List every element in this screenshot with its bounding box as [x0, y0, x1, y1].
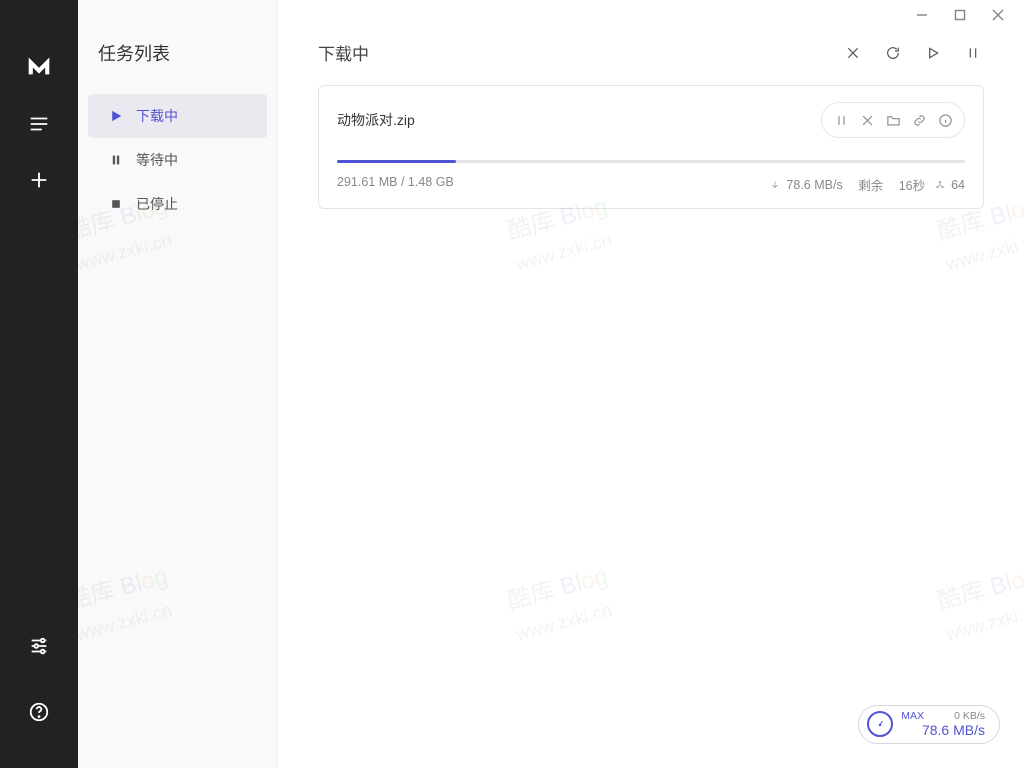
toolbar-close-icon[interactable]	[842, 42, 864, 64]
sidebar-item-waiting[interactable]: 等待中	[88, 138, 267, 182]
task-delete-button[interactable]	[854, 107, 880, 133]
sidebar-item-downloading[interactable]: 下载中	[88, 94, 267, 138]
play-icon	[108, 108, 124, 124]
window-titlebar	[278, 0, 1024, 30]
speedometer-icon	[867, 711, 893, 737]
task-actions	[821, 102, 965, 138]
speed-max-label: MAX	[901, 710, 924, 723]
help-icon[interactable]	[0, 684, 78, 740]
pause-icon	[108, 152, 124, 168]
close-button[interactable]	[990, 7, 1006, 23]
speed-badge[interactable]: MAX 0 KB/s 78.6 MB/s	[858, 705, 1000, 744]
stop-icon	[108, 196, 124, 212]
settings-icon[interactable]	[0, 618, 78, 674]
task-stats: 78.6 MB/s 剩余 16秒 64	[770, 175, 965, 194]
task-card[interactable]: 动物派对.zip 291.61 MB / 1.48 GB 78.	[318, 85, 984, 209]
toolbar-resume-icon[interactable]	[922, 42, 944, 64]
sidebar-title: 任务列表	[78, 40, 277, 94]
sidebar-item-stopped[interactable]: 已停止	[88, 182, 267, 226]
speed-upload: 0 KB/s	[954, 710, 985, 723]
progress-fill	[337, 160, 456, 163]
task-list: 动物派对.zip 291.61 MB / 1.48 GB 78.	[278, 85, 1024, 209]
speed-info: MAX 0 KB/s 78.6 MB/s	[901, 710, 985, 739]
main-header: 下载中	[278, 30, 1024, 85]
app-logo[interactable]	[0, 40, 78, 96]
main-toolbar	[842, 42, 984, 64]
sidebar-item-label: 等待中	[136, 150, 178, 170]
progress-bar	[337, 160, 965, 163]
add-icon[interactable]	[0, 152, 78, 208]
speed-download: 78.6 MB/s	[922, 722, 985, 739]
task-size: 291.61 MB / 1.48 GB	[337, 175, 454, 194]
left-rail	[0, 0, 78, 768]
maximize-button[interactable]	[952, 7, 968, 23]
sidebar-item-label: 下载中	[136, 106, 178, 126]
sidebar: 任务列表 下载中 等待中 已停止	[78, 0, 278, 768]
tasks-icon[interactable]	[0, 96, 78, 152]
task-pause-button[interactable]	[828, 107, 854, 133]
page-title: 下载中	[318, 40, 369, 65]
task-folder-button[interactable]	[880, 107, 906, 133]
toolbar-refresh-icon[interactable]	[882, 42, 904, 64]
task-link-button[interactable]	[906, 107, 932, 133]
task-info-button[interactable]	[932, 107, 958, 133]
task-filename: 动物派对.zip	[337, 110, 415, 130]
main-area: 下载中 动物派对.zip	[278, 0, 1024, 768]
toolbar-pause-icon[interactable]	[962, 42, 984, 64]
minimize-button[interactable]	[914, 7, 930, 23]
sidebar-item-label: 已停止	[136, 194, 178, 214]
